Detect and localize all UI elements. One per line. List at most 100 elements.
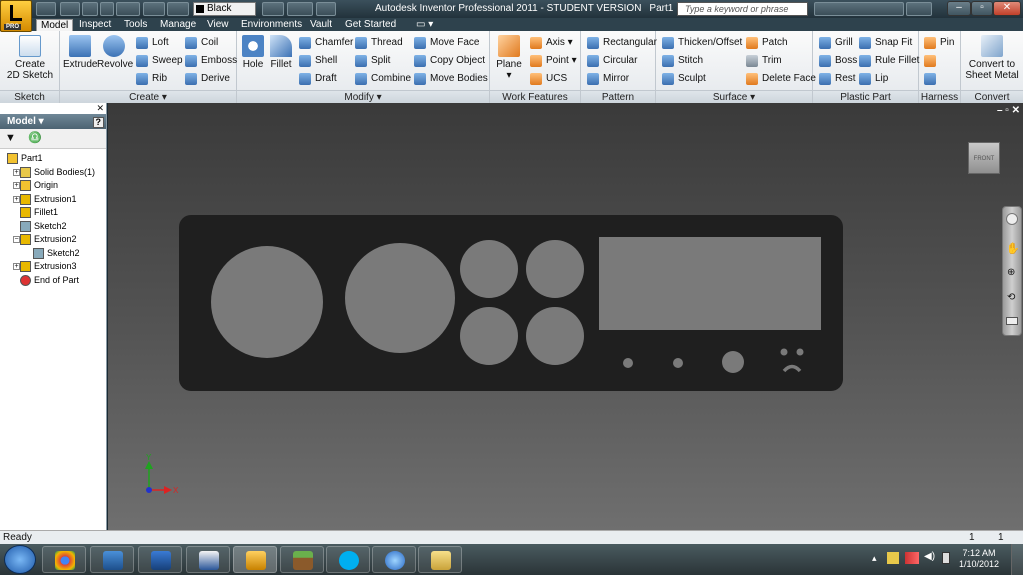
chamfer-button[interactable]: Chamfer <box>297 35 353 51</box>
extrude-button[interactable]: Extrude <box>63 35 97 70</box>
taskbar-inventor[interactable] <box>233 546 277 573</box>
combine-button[interactable]: Combine <box>353 71 411 87</box>
move-bodies-button[interactable]: Move Bodies <box>412 71 488 87</box>
derive-button[interactable]: Derive <box>183 71 230 87</box>
tray-expand-icon[interactable]: ▴ <box>872 553 877 564</box>
tree-item[interactable]: Extrusion2 <box>20 233 77 246</box>
coil-button[interactable]: Coil <box>183 35 218 51</box>
tray-volume-icon[interactable]: ◀) <box>924 551 935 562</box>
taskbar-itunes[interactable] <box>372 546 416 573</box>
mirror-button[interactable]: Mirror <box>585 71 629 87</box>
split-button[interactable]: Split <box>353 53 390 69</box>
circular-pattern-button[interactable]: Circular <box>585 53 637 69</box>
tree-item[interactable]: Sketch2 <box>20 220 67 233</box>
tree-item[interactable]: Fillet1 <box>20 206 58 219</box>
tree-expand-icon[interactable]: + <box>13 195 20 203</box>
find-icon[interactable]: ♎ <box>28 131 42 144</box>
thicken-offset-button[interactable]: Thicken/Offset <box>660 35 742 51</box>
rest-button[interactable]: Rest <box>817 71 856 87</box>
lip-button[interactable]: Lip <box>857 71 888 87</box>
sweep-button[interactable]: Sweep <box>134 53 183 69</box>
panel-label-create[interactable]: Create ▾ <box>60 90 236 103</box>
open-icon[interactable] <box>60 2 80 16</box>
minimize-button[interactable]: – <box>947 1 971 16</box>
patch-button[interactable]: Patch <box>744 35 788 51</box>
axis-button[interactable]: Axis ▾ <box>528 35 573 51</box>
fillet-button[interactable]: Fillet <box>268 35 294 70</box>
return-icon[interactable] <box>143 2 165 16</box>
browser-header[interactable]: Model ▾? <box>0 114 106 129</box>
shell-button[interactable]: Shell <box>297 53 337 69</box>
rectangular-pattern-button[interactable]: Rectangular <box>585 35 657 51</box>
search-input[interactable]: Type a keyword or phrase <box>677 2 808 16</box>
tab-options-icon[interactable]: ▭ ▾ <box>412 19 437 31</box>
tab-manage[interactable]: Manage <box>156 19 200 31</box>
select-icon[interactable] <box>167 2 189 16</box>
tab-environments[interactable]: Environments <box>237 19 306 31</box>
taskbar-explorer[interactable] <box>418 546 462 573</box>
loft-button[interactable]: Loft <box>134 35 169 51</box>
tree-item[interactable]: Solid Bodies(1) <box>20 166 95 179</box>
graphics-viewport[interactable]: – ▫ ✕ FRONT ✋ ⊕ ⟲ Y X <box>108 103 1023 530</box>
taskbar-monitor[interactable] <box>90 546 134 573</box>
taskbar-minecraft[interactable] <box>280 546 324 573</box>
tree-item[interactable]: Origin <box>20 179 58 192</box>
tree-item[interactable]: Part1 <box>7 152 43 165</box>
ucs-button[interactable]: UCS <box>528 71 567 87</box>
tray-battery-icon[interactable] <box>942 552 950 564</box>
filter-icon[interactable]: ▼ <box>5 132 16 144</box>
browser-help-icon[interactable]: ? <box>92 117 104 128</box>
stitch-button[interactable]: Stitch <box>660 53 703 69</box>
boss-button[interactable]: Boss <box>817 53 857 69</box>
tree-expand-icon[interactable]: − <box>13 236 20 243</box>
parameters-icon[interactable] <box>262 2 284 16</box>
draft-button[interactable]: Draft <box>297 71 337 87</box>
tab-inspect[interactable]: Inspect <box>75 19 115 31</box>
rule-fillet-button[interactable]: Rule Fillet <box>857 53 919 69</box>
tree-item[interactable]: Extrusion1 <box>20 193 77 206</box>
application-menu-button[interactable]: PRO <box>0 0 32 32</box>
undo-icon[interactable] <box>100 2 114 16</box>
panel-label-surface[interactable]: Surface ▾ <box>656 90 812 103</box>
pin-button[interactable]: Pin <box>922 35 954 51</box>
measure-icon[interactable] <box>287 2 313 16</box>
new-icon[interactable] <box>36 2 56 16</box>
taskbar-skype[interactable] <box>326 546 370 573</box>
rib-button[interactable]: Rib <box>134 71 167 87</box>
create-2d-sketch-button[interactable]: Create 2D Sketch <box>6 35 54 81</box>
grill-button[interactable]: Grill <box>817 35 853 51</box>
redo-icon[interactable] <box>116 2 140 16</box>
harness-properties-icon[interactable] <box>922 71 940 87</box>
thread-button[interactable]: Thread <box>353 35 403 51</box>
show-desktop-button[interactable] <box>1011 544 1023 575</box>
maximize-button[interactable]: ▫ <box>971 1 993 16</box>
point-button[interactable]: Point ▾ <box>528 53 577 69</box>
close-button[interactable]: ✕ <box>993 1 1021 16</box>
browser-close-icon[interactable]: ✕ <box>96 103 104 114</box>
help-icon[interactable] <box>906 2 932 16</box>
convert-to-sheet-metal-button[interactable]: Convert to Sheet Metal <box>963 35 1021 81</box>
delete-face-button[interactable]: Delete Face <box>744 71 816 87</box>
tree-item[interactable]: Sketch2 <box>33 247 80 260</box>
tree-item[interactable]: End of Part <box>20 274 79 287</box>
tray-network-icon[interactable] <box>905 552 919 564</box>
tab-get-started[interactable]: Get Started <box>341 19 400 31</box>
infocenter-toolbar[interactable] <box>814 2 904 16</box>
save-icon[interactable] <box>82 2 98 16</box>
harness-tool-icon[interactable] <box>922 53 940 69</box>
taskbar-chrome[interactable] <box>42 546 86 573</box>
move-face-button[interactable]: Move Face <box>412 35 479 51</box>
copy-object-button[interactable]: Copy Object <box>412 53 485 69</box>
tab-tools[interactable]: Tools <box>120 19 151 31</box>
tree-item[interactable]: Extrusion3 <box>20 260 77 273</box>
taskbar-word[interactable] <box>186 546 230 573</box>
customize-icon[interactable] <box>316 2 336 16</box>
revolve-button[interactable]: Revolve <box>97 35 133 70</box>
tab-view[interactable]: View <box>203 19 233 31</box>
snap-fit-button[interactable]: Snap Fit <box>857 35 912 51</box>
tree-expand-icon[interactable]: + <box>13 168 20 176</box>
tab-model[interactable]: Model <box>36 19 74 31</box>
sculpt-button[interactable]: Sculpt <box>660 71 706 87</box>
tab-vault[interactable]: Vault <box>306 19 336 31</box>
tray-flag-icon[interactable] <box>887 552 899 564</box>
